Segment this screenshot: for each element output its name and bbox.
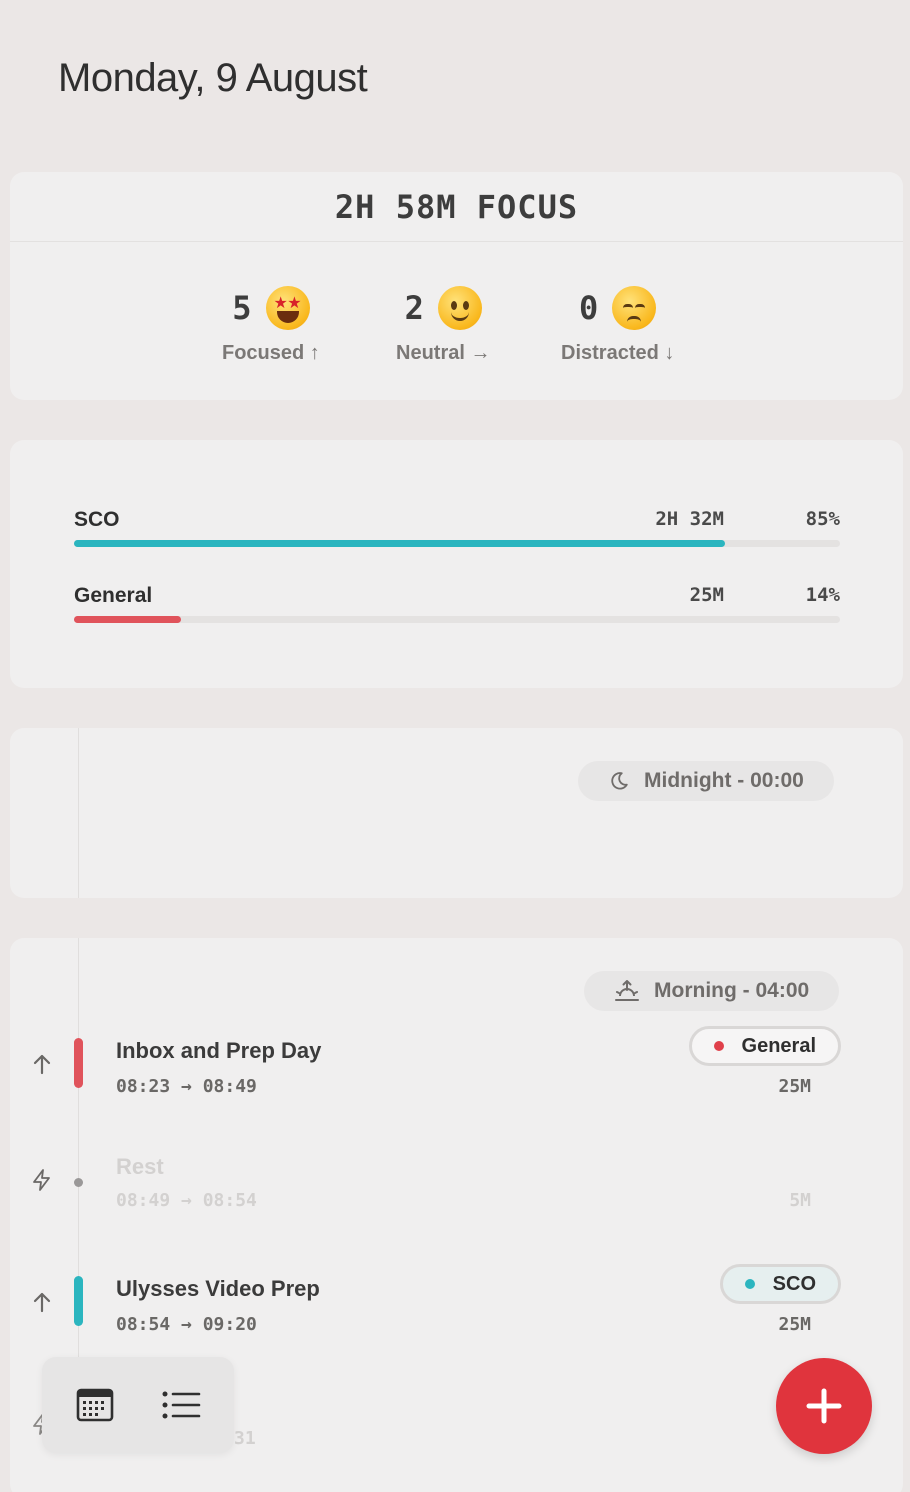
mood-label: Distracted ↓ (561, 342, 675, 364)
rest-dot (74, 1178, 83, 1187)
mood-neutral[interactable]: 2 Neutral → (396, 286, 490, 365)
total-focus-heading: 2H 58M FOCUS (10, 172, 903, 242)
up-arrow-icon (33, 1292, 51, 1313)
project-percent: 14% (805, 584, 840, 606)
project-progress-fill (74, 540, 726, 547)
project-progress-track (74, 540, 840, 547)
mood-label: Focused ↑ (222, 342, 320, 364)
plus-icon (806, 1388, 842, 1424)
project-name: General (74, 584, 153, 607)
up-arrow-icon (33, 1054, 51, 1075)
view-switcher-toolbar (42, 1357, 234, 1453)
session-length: 25M (778, 1314, 811, 1335)
session-times: 08:49 → 08:54 (116, 1190, 257, 1211)
sunrise-icon (615, 980, 639, 1001)
calendar-icon[interactable] (76, 1387, 114, 1423)
mood-count: 5 (232, 289, 252, 327)
project-progress-fill (74, 616, 182, 623)
list-icon[interactable] (161, 1389, 201, 1421)
project-duration: 25M (689, 584, 724, 606)
mood-count: 0 (579, 289, 599, 327)
morning-section-label: Morning - 04:00 (584, 971, 840, 1011)
focus-rating-bar (74, 1038, 83, 1088)
session-entry[interactable]: Inbox and Prep Day 08:23 → 08:49 General… (10, 1026, 903, 1118)
focus-summary-card: 2H 58M FOCUS 5 ★ ★ Focused ↑ 2 Neutral → … (10, 172, 903, 400)
timeline-line (78, 728, 79, 898)
lightning-icon (33, 1169, 50, 1191)
mood-distracted[interactable]: 0 Distracted ↓ (561, 286, 674, 365)
focus-rating-bar (74, 1276, 83, 1326)
smiling-face-emoji-icon (437, 286, 482, 330)
session-times: 08:23 → 08:49 (116, 1076, 257, 1097)
session-times: 08:54 → 09:20 (116, 1314, 257, 1335)
mood-label: Neutral → (396, 342, 491, 364)
tag-label: General (741, 1034, 816, 1057)
session-title: Inbox and Prep Day (116, 1038, 322, 1063)
session-title: Rest (116, 1154, 164, 1179)
session-entry[interactable]: Ulysses Video Prep 08:54 → 09:20 SCO 25M (10, 1264, 903, 1356)
project-breakdown-card: SCO 2H 32M 85% General 25M 14% (10, 440, 903, 688)
project-tag[interactable]: General (688, 1026, 841, 1066)
tag-dot (744, 1279, 755, 1289)
section-label-text: Midnight - 00:00 (644, 769, 804, 792)
project-progress-track (74, 616, 840, 623)
tag-label: SCO (772, 1272, 816, 1295)
project-duration: 2H 32M (655, 508, 724, 530)
midnight-section-label: Midnight - 00:00 (578, 761, 834, 801)
session-length: 5M (789, 1190, 811, 1211)
section-label-text: Morning - 04:00 (654, 979, 810, 1002)
pensive-face-emoji-icon (612, 286, 657, 330)
session-length: 25M (778, 1076, 811, 1097)
session-times-partial: 31 (234, 1428, 256, 1449)
moon-icon (611, 772, 628, 790)
project-percent: 85% (805, 508, 840, 530)
star-struck-emoji-icon: ★ ★ (265, 286, 310, 330)
add-session-button[interactable] (776, 1358, 872, 1454)
tag-dot (713, 1041, 724, 1051)
rest-entry[interactable]: Rest 08:49 → 08:54 5M (10, 1154, 903, 1234)
session-title: Ulysses Video Prep (116, 1276, 320, 1301)
project-tag[interactable]: SCO (719, 1264, 841, 1304)
page-title: Monday, 9 August (58, 56, 368, 100)
project-name: SCO (74, 508, 120, 531)
mood-count: 2 (404, 289, 424, 327)
midnight-section: Midnight - 00:00 (10, 728, 903, 898)
mood-focused[interactable]: 5 ★ ★ Focused ↑ (222, 286, 320, 365)
